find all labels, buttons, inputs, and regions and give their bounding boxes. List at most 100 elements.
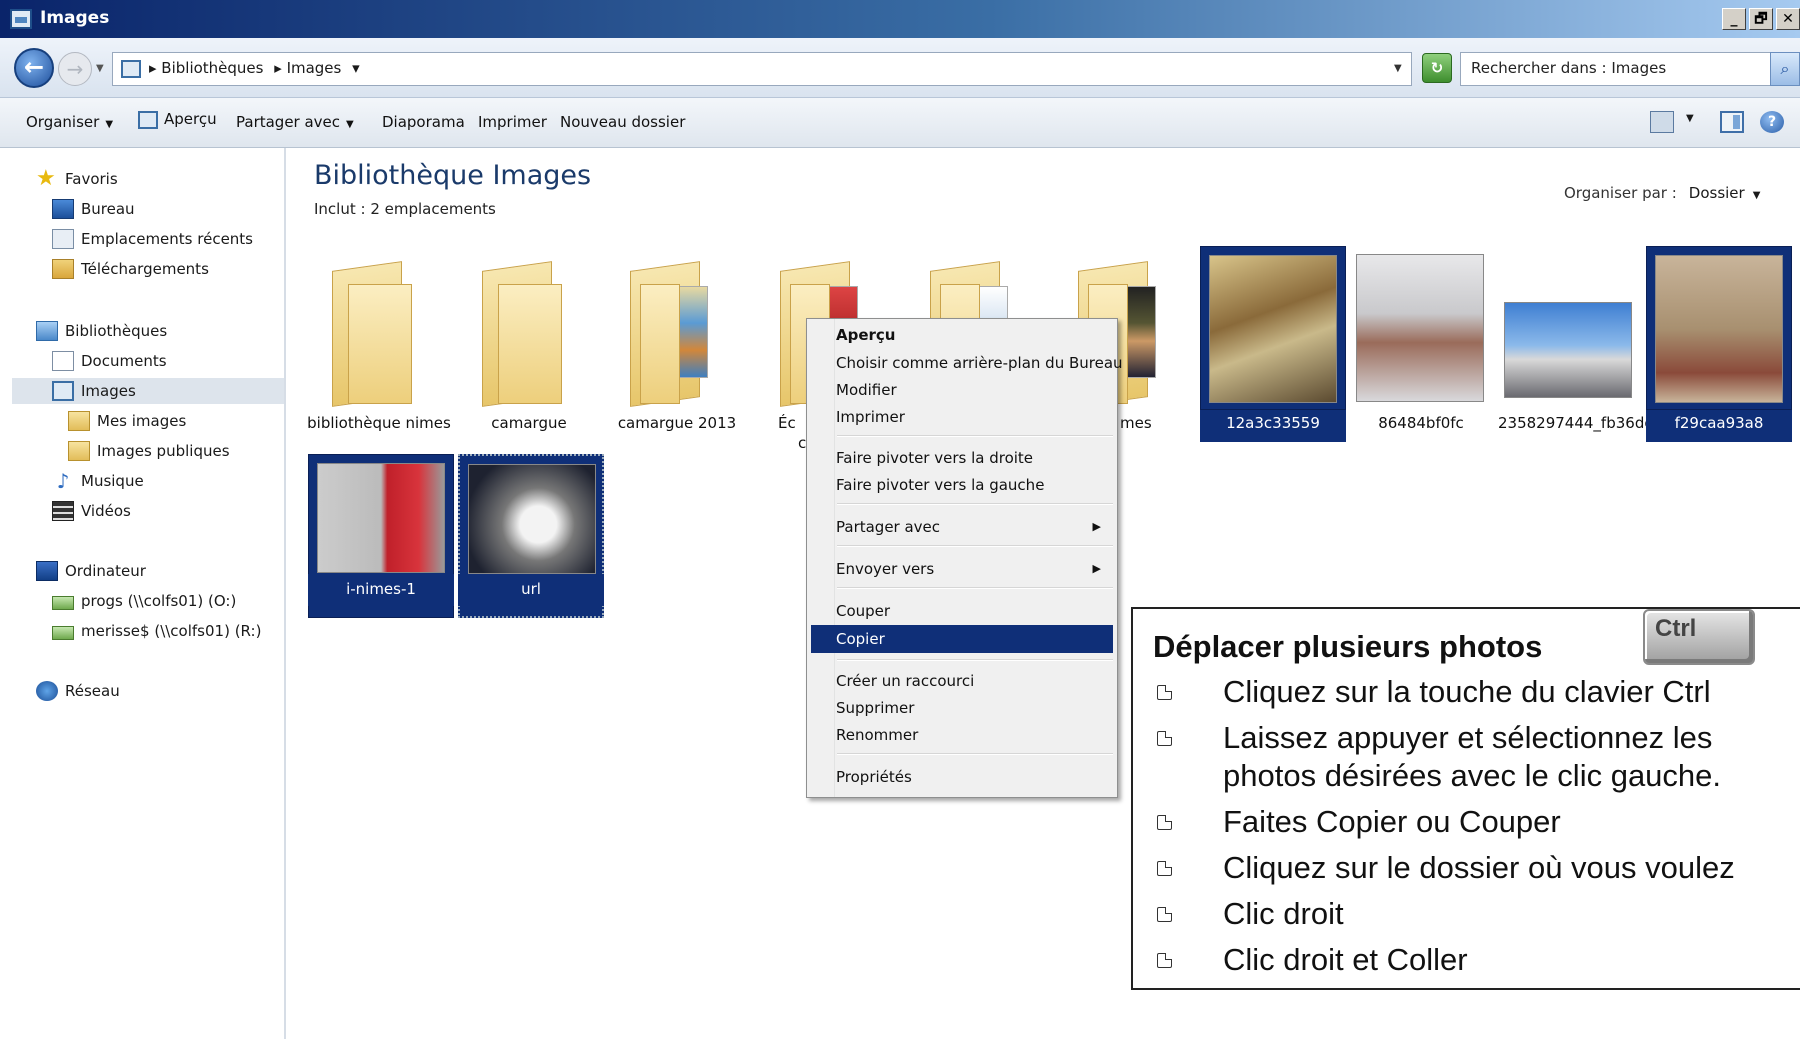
nav-label: progs (\\colfs01) (O:) bbox=[81, 592, 237, 610]
menu-separator bbox=[837, 587, 1113, 589]
nav-drive-progs[interactable]: progs (\\colfs01) (O:) bbox=[52, 588, 236, 614]
close-button[interactable]: ✕ bbox=[1776, 8, 1800, 30]
images-library-icon bbox=[10, 9, 32, 29]
page-bullet-icon bbox=[1157, 861, 1172, 876]
nav-images[interactable]: Images bbox=[12, 378, 284, 404]
menu-item-renommer[interactable]: Renommer bbox=[811, 721, 1113, 749]
network-drive-icon bbox=[52, 596, 74, 610]
menu-item-proprietes[interactable]: Propriétés bbox=[811, 763, 1113, 791]
apercu-label: Aperçu bbox=[164, 110, 217, 128]
menu-item-modifier[interactable]: Modifier bbox=[811, 376, 1113, 404]
nav-reseau[interactable]: Réseau bbox=[36, 678, 120, 704]
photo-thumbnail bbox=[1200, 246, 1346, 410]
menu-separator bbox=[837, 753, 1113, 755]
change-view-icon[interactable] bbox=[1650, 111, 1674, 133]
nav-mes-images[interactable]: Mes images bbox=[68, 408, 186, 434]
menu-item-raccourci[interactable]: Créer un raccourci bbox=[811, 667, 1113, 695]
nav-label: Réseau bbox=[65, 682, 120, 700]
search-input[interactable]: Rechercher dans : Images bbox=[1460, 52, 1780, 86]
nav-documents[interactable]: Documents bbox=[52, 348, 167, 374]
menu-item-envoyer[interactable]: Envoyer vers ▶ bbox=[811, 555, 1113, 583]
nav-musique[interactable]: ♪ Musique bbox=[52, 468, 144, 494]
partager-label: Partager avec bbox=[236, 113, 341, 131]
menu-item-apercu[interactable]: Aperçu bbox=[811, 321, 1113, 349]
history-dropdown-icon[interactable]: ▼ bbox=[96, 63, 104, 74]
ctrl-key-icon: Ctrl bbox=[1643, 609, 1755, 665]
nav-ordinateur[interactable]: Ordinateur bbox=[36, 558, 146, 584]
nav-recents[interactable]: Emplacements récents bbox=[52, 226, 253, 252]
view-dropdown-icon[interactable]: ▼ bbox=[1686, 113, 1694, 124]
minimize-button[interactable]: _ bbox=[1722, 8, 1746, 30]
diaporama-button[interactable]: Diaporama bbox=[382, 113, 465, 131]
breadcrumb: ▸ Bibliothèques ▸ Images ▾ bbox=[149, 59, 366, 77]
menu-item-partager[interactable]: Partager avec ▶ bbox=[811, 513, 1113, 541]
refresh-icon[interactable]: ↻ bbox=[1422, 53, 1452, 83]
nav-videos[interactable]: Vidéos bbox=[52, 498, 131, 524]
menu-item-pivot-droite[interactable]: Faire pivoter vers la droite bbox=[811, 444, 1113, 472]
photo-thumbnail bbox=[1646, 246, 1792, 410]
preview-icon bbox=[138, 110, 158, 129]
breadcrumb-bibliotheques[interactable]: ▸ Bibliothèques bbox=[149, 59, 263, 77]
nav-label: Téléchargements bbox=[81, 260, 209, 278]
nav-favoris[interactable]: ★ Favoris bbox=[36, 166, 118, 192]
nav-label: Bureau bbox=[81, 200, 135, 218]
chevron-down-icon[interactable]: ▼ bbox=[1753, 190, 1761, 201]
step-text: Laissez appuyer et sélectionnez les phot… bbox=[1223, 720, 1722, 793]
menu-separator bbox=[837, 435, 1113, 437]
search-icon[interactable]: ⌕ bbox=[1770, 52, 1800, 86]
page-bullet-icon bbox=[1157, 731, 1172, 746]
arrange-by[interactable]: Organiser par : Dossier ▼ bbox=[1564, 184, 1760, 202]
library-locations-link[interactable]: Inclut : 2 emplacements bbox=[314, 200, 496, 218]
nav-telechargements[interactable]: Téléchargements bbox=[52, 256, 209, 282]
organiser-label: Organiser bbox=[26, 113, 100, 131]
nav-drive-merisse[interactable]: merisse$ (\\colfs01) (R:) bbox=[52, 618, 261, 644]
preview-pane-icon[interactable] bbox=[1720, 111, 1744, 133]
maximize-button[interactable]: 🗗 bbox=[1749, 8, 1773, 30]
nouveau-dossier-button[interactable]: Nouveau dossier bbox=[560, 113, 685, 131]
menu-item-pivot-gauche[interactable]: Faire pivoter vers la gauche bbox=[811, 471, 1113, 499]
organiser-button[interactable]: Organiser ▼ bbox=[26, 113, 113, 131]
menu-separator bbox=[837, 545, 1113, 547]
photo-thumbnail bbox=[1496, 246, 1642, 410]
item-label: camargue 2013 bbox=[617, 414, 737, 432]
desktop-icon bbox=[52, 199, 74, 219]
nav-label: Ordinateur bbox=[65, 562, 146, 580]
menu-item-couper[interactable]: Couper bbox=[811, 597, 1113, 625]
menu-item-arriere-plan[interactable]: Choisir comme arrière-plan du Bureau bbox=[811, 349, 1123, 377]
chevron-down-icon: ▼ bbox=[105, 119, 114, 130]
back-arrow-icon[interactable]: ← bbox=[14, 48, 54, 88]
menu-item-copier[interactable]: Copier bbox=[811, 625, 1113, 653]
breadcrumb-images[interactable]: ▸ Images bbox=[274, 59, 341, 77]
menu-label: Partager avec bbox=[836, 518, 941, 536]
window-controls: _ 🗗 ✕ bbox=[1722, 8, 1800, 30]
menu-item-supprimer[interactable]: Supprimer bbox=[811, 694, 1113, 722]
arrange-label: Organiser par : bbox=[1564, 184, 1677, 202]
item-label: url bbox=[521, 580, 541, 598]
menu-item-imprimer[interactable]: Imprimer bbox=[811, 403, 1113, 431]
film-icon bbox=[52, 501, 74, 521]
address-dropdown-icon[interactable]: ▼ bbox=[1394, 63, 1402, 74]
forward-arrow-icon[interactable]: → bbox=[58, 52, 92, 86]
arrange-value[interactable]: Dossier bbox=[1689, 184, 1745, 202]
partager-button[interactable]: Partager avec ▼ bbox=[236, 113, 354, 131]
navigation-pane: ★ Favoris Bureau Emplacements récents Tél… bbox=[0, 148, 286, 1039]
chevron-down-icon: ▼ bbox=[346, 119, 354, 130]
address-bar: ← → ▼ ▸ Bibliothèques ▸ Images ▾ ▼ ↻ Rec… bbox=[0, 38, 1800, 98]
panel-title: Déplacer plusieurs photos bbox=[1153, 629, 1543, 664]
command-bar: Organiser ▼ Aperçu Partager avec ▼ Diapora… bbox=[0, 98, 1800, 148]
page-title: Bibliothèque Images bbox=[314, 160, 592, 191]
imprimer-button[interactable]: Imprimer bbox=[478, 113, 547, 131]
address-field[interactable]: ▸ Bibliothèques ▸ Images ▾ bbox=[112, 52, 1412, 86]
page-bullet-icon bbox=[1157, 815, 1172, 830]
nav-bureau[interactable]: Bureau bbox=[52, 196, 135, 222]
nav-bibliotheques[interactable]: Bibliothèques bbox=[36, 318, 167, 344]
breadcrumb-dropdown[interactable]: ▾ bbox=[352, 59, 360, 77]
nav-label: Documents bbox=[81, 352, 167, 370]
item-label: camargue bbox=[491, 414, 567, 432]
help-icon[interactable]: ? bbox=[1760, 111, 1784, 133]
apercu-button[interactable]: Aperçu bbox=[138, 110, 217, 129]
nav-images-publiques[interactable]: Images publiques bbox=[68, 438, 230, 464]
images-library-icon bbox=[52, 381, 74, 401]
page-bullet-icon bbox=[1157, 953, 1172, 968]
menu-separator bbox=[837, 659, 1113, 661]
